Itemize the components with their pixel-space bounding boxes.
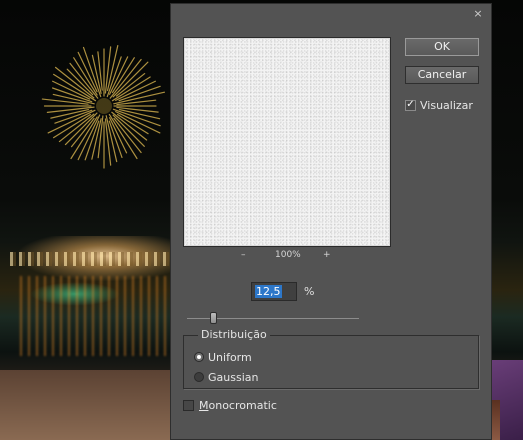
firework-ray	[116, 99, 157, 106]
distribution-legend: Distribuição	[198, 328, 270, 341]
town-lights	[10, 252, 170, 266]
amount-unit: %	[304, 284, 315, 298]
zoom-in-button[interactable]: +	[323, 250, 331, 260]
preview-checkbox[interactable]: ✓	[405, 99, 416, 111]
amount-value: 12,5	[255, 284, 282, 298]
preview-toggle[interactable]: ✓ Visualizar	[405, 97, 473, 113]
radio-selected-dot	[197, 355, 201, 359]
radio-uniform-button[interactable]	[194, 352, 204, 362]
ok-button[interactable]: OK	[405, 38, 479, 56]
monochromatic-toggle[interactable]: Monocromatic	[183, 397, 277, 413]
firework-burst	[41, 44, 166, 169]
zoom-controls: – 100% +	[183, 250, 391, 264]
monochromatic-label-rest: onocromatic	[208, 398, 277, 412]
firework-ray	[106, 44, 119, 92]
close-icon[interactable]: ×	[472, 8, 484, 20]
monochromatic-checkbox[interactable]	[183, 399, 194, 411]
water-reflection	[20, 276, 170, 356]
checkmark-icon: ✓	[406, 99, 415, 110]
noise-dialog: × – 100% + OK Cancelar ✓ Visualizar 12,5…	[170, 3, 492, 440]
amount-slider[interactable]	[187, 312, 359, 324]
amount-input[interactable]: 12,5	[251, 281, 297, 301]
preview-canvas[interactable]	[183, 37, 391, 247]
distribution-group: Distribuição Uniform Gaussian	[183, 328, 479, 389]
zoom-out-button[interactable]: –	[241, 250, 246, 260]
monochromatic-mnemonic: M	[199, 398, 209, 412]
zoom-level: 100%	[275, 250, 301, 260]
firework-ray	[112, 61, 149, 98]
slider-thumb[interactable]	[210, 312, 217, 324]
firework-ray	[91, 54, 102, 94]
beach-sand	[0, 370, 180, 440]
radio-gaussian-button[interactable]	[194, 372, 204, 382]
cancel-button[interactable]: Cancelar	[405, 66, 479, 84]
radio-gaussian[interactable]: Gaussian	[194, 370, 258, 384]
amount-row: 12,5 %	[251, 281, 314, 301]
radio-uniform[interactable]: Uniform	[194, 350, 252, 364]
radio-uniform-label: Uniform	[208, 350, 252, 364]
firework-ray	[112, 114, 145, 147]
radio-gaussian-label: Gaussian	[208, 370, 259, 384]
firework-ray	[53, 113, 92, 139]
monochromatic-label: Monocromatic	[199, 399, 277, 412]
preview-label: Visualizar	[420, 98, 473, 112]
firework-ray	[41, 98, 89, 105]
